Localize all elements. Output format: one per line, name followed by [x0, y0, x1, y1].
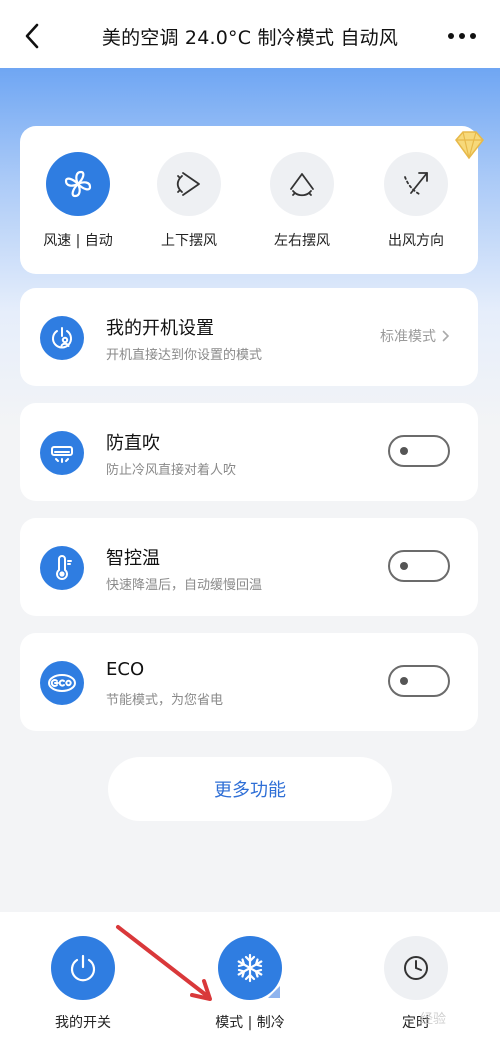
eco-row: ECO 节能模式，为您省电 — [20, 633, 478, 731]
eco-toggle[interactable] — [388, 665, 450, 697]
back-button[interactable] — [18, 22, 46, 50]
more-options-button[interactable] — [442, 24, 482, 48]
horizontal-swing-label: 左右摆风 — [274, 233, 330, 249]
timer-button[interactable]: 定时 — [356, 936, 476, 1032]
chevron-left-icon — [25, 23, 39, 49]
air-conditioner-icon — [51, 446, 73, 463]
startup-settings-subtitle: 开机直接达到你设置的模式 — [106, 348, 263, 363]
mode-label: 模式 | 制冷 — [215, 1015, 285, 1031]
fan-icon — [64, 170, 92, 198]
mode-button[interactable]: 模式 | 制冷 — [190, 936, 310, 1032]
vertical-swing-icon — [176, 172, 200, 196]
snowflake-icon — [237, 953, 263, 983]
top-bar: 美的空调 24.0°C 制冷模式 自动风 — [0, 0, 500, 72]
horizontal-swing-icon — [290, 173, 314, 197]
bottom-control-bar: 我的开关 模式 | 制冷 定时 — [0, 912, 500, 1055]
startup-settings-row[interactable]: 我的开机设置 开机直接达到你设置的模式 标准模式 — [20, 288, 478, 386]
startup-mode-value[interactable]: 标准模式 — [380, 326, 450, 346]
eco-icon — [48, 674, 76, 692]
airflow-direction-icon — [404, 172, 428, 196]
fan-speed-label: 风速 | 自动 — [43, 233, 113, 249]
airflow-direction-label: 出风方向 — [388, 233, 444, 249]
anti-direct-blow-subtitle: 防止冷风直接对着人吹 — [106, 463, 237, 478]
clock-icon — [404, 956, 428, 980]
startup-mode-label: 标准模式 — [380, 329, 436, 345]
more-functions-button[interactable]: 更多功能 — [108, 757, 392, 821]
vertical-swing-button[interactable]: 上下摆风 — [139, 152, 239, 250]
fan-speed-button[interactable]: 风速 | 自动 — [28, 152, 128, 250]
thermometer-icon — [56, 555, 72, 580]
power-icon — [70, 954, 96, 982]
smart-temp-title: 智控温 — [106, 548, 160, 569]
airflow-direction-button[interactable]: 出风方向 — [366, 152, 466, 250]
eco-title: ECO — [106, 659, 145, 680]
chevron-right-icon — [442, 330, 450, 342]
anti-direct-blow-title: 防直吹 — [106, 433, 160, 454]
smart-temp-row: 智控温 快速降温后，自动缓慢回温 — [20, 518, 478, 616]
smart-temp-toggle[interactable] — [388, 550, 450, 582]
startup-settings-title: 我的开机设置 — [106, 318, 214, 339]
power-user-icon — [52, 327, 72, 349]
page-title: 美的空调 24.0°C 制冷模式 自动风 — [101, 26, 399, 49]
diamond-badge-icon[interactable] — [452, 128, 486, 162]
fan-control-card: 风速 | 自动 上下摆风 左右摆风 出风方向 — [20, 126, 478, 274]
anti-direct-blow-row: 防直吹 防止冷风直接对着人吹 — [20, 403, 478, 501]
watermark: 经验 — [420, 1012, 447, 1027]
more-dots-icon — [448, 33, 454, 39]
vertical-swing-label: 上下摆风 — [161, 233, 217, 249]
anti-direct-blow-toggle[interactable] — [388, 435, 450, 467]
smart-temp-subtitle: 快速降温后，自动缓慢回温 — [106, 578, 263, 593]
eco-subtitle: 节能模式，为您省电 — [106, 693, 224, 708]
power-switch-label: 我的开关 — [55, 1015, 111, 1031]
horizontal-swing-button[interactable]: 左右摆风 — [252, 152, 352, 250]
power-switch-button[interactable]: 我的开关 — [23, 936, 143, 1032]
